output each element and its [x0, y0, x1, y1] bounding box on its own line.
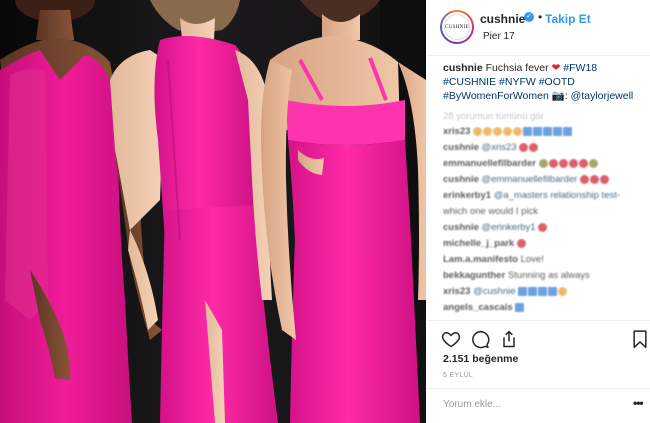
comment-username[interactable]: bekkagunther [443, 270, 505, 281]
comment-username[interactable]: michelle_j_park [443, 238, 514, 249]
comment-row: Lam.a.manifesto Love! [443, 254, 643, 266]
comment-icon[interactable] [470, 329, 490, 349]
post-photo[interactable] [0, 0, 426, 423]
comment-username[interactable]: cushnie [443, 142, 479, 153]
share-icon[interactable] [499, 329, 519, 349]
comment-text: @a_masters relationship test- [493, 190, 621, 201]
hashtag-cushnie[interactable]: #CUSHNIE [443, 76, 496, 88]
comment-row: erinkerby1 @a_masters relationship test- [443, 190, 643, 202]
comment-row: xris23 [443, 126, 643, 138]
divider [427, 388, 650, 389]
comment-row: xris23 @cushnie [443, 286, 643, 298]
comment-row: michelle_j_park [443, 238, 643, 250]
hashtag-bywomenforwomen[interactable]: #ByWomenForWomen [443, 90, 549, 102]
account-avatar[interactable]: CUSHNIE [440, 10, 474, 44]
comment-text: @erinkerby1 [481, 222, 536, 233]
comments-section[interactable]: cushnie Fuchsia fever ❤ #FW18 #CUSHNIE #… [443, 61, 643, 323]
comment-row-continued: which one would I pick [443, 206, 643, 218]
comment-username[interactable]: Lam.a.manifesto [443, 254, 518, 265]
comment-text: @emmanuellefilbarder [481, 174, 578, 185]
comment-text: @cushnie [473, 286, 516, 297]
heart-emoji: ❤ [551, 62, 561, 74]
comment-row: emmanuellefilbarder [443, 158, 643, 170]
comment-row: cushnie @xris23 [443, 142, 643, 154]
follow-button[interactable]: Takip Et [545, 12, 591, 26]
comment-username[interactable]: xris23 [443, 286, 470, 297]
post-caption: cushnie Fuchsia fever ❤ #FW18 #CUSHNIE #… [443, 61, 643, 103]
avatar-logo-text: CUSHNIE [444, 14, 470, 40]
more-options-button[interactable]: ••• [633, 396, 644, 410]
caption-username[interactable]: cushnie [443, 62, 483, 74]
comment-username[interactable]: cushnie [443, 174, 479, 185]
comment-username[interactable]: cushnie [443, 222, 479, 233]
comment-row: cushnie @erinkerby1 [443, 222, 643, 234]
comment-username[interactable]: emmanuellefilbarder [443, 158, 536, 169]
hashtag-fw18[interactable]: #FW18 [563, 62, 597, 74]
hashtag-ootd[interactable]: #OOTD [539, 76, 575, 88]
post-location[interactable]: Pier 17 [483, 31, 515, 42]
comment-row: cushnie @emmanuellefilbarder [443, 174, 643, 186]
comment-text: @xris23 [481, 142, 517, 153]
comment-username[interactable]: angels_cascais [443, 302, 513, 313]
caption-text: Fuchsia fever [485, 62, 549, 74]
fashion-photo [0, 0, 426, 423]
hashtag-nyfw[interactable]: #NYFW [499, 76, 536, 88]
comment-text: Love! [520, 254, 544, 265]
camera-emoji: 📷: [551, 90, 568, 102]
post-date: 5 EYLÜL [443, 372, 474, 379]
divider [427, 320, 650, 321]
comment-text: Stunning as always [507, 270, 590, 281]
load-more-comments[interactable]: 28 yorumun tümünü gör [443, 111, 643, 122]
post-header: CUSHNIE cushnie ✓ • Takip Et Pier 17 [427, 0, 650, 56]
mention-taylorjewell[interactable]: @taylorjewell [571, 90, 634, 102]
comment-username[interactable]: xris23 [443, 126, 470, 137]
heart-icon[interactable] [441, 329, 461, 349]
verified-icon: ✓ [524, 12, 534, 22]
account-username[interactable]: cushnie [480, 12, 525, 26]
header-separator: • [538, 10, 543, 24]
comment-username[interactable]: erinkerby1 [443, 190, 491, 201]
like-count[interactable]: 2.151 beğenme [443, 353, 518, 365]
comment-text: which one would I pick [443, 206, 539, 217]
post-details-panel: CUSHNIE cushnie ✓ • Takip Et Pier 17 cus… [427, 0, 650, 423]
comment-row: bekkagunther Stunning as always [443, 270, 643, 282]
comment-row: angels_cascais [443, 302, 643, 314]
bookmark-icon[interactable] [630, 329, 650, 349]
add-comment-input[interactable]: Yorum ekle... [443, 399, 501, 410]
